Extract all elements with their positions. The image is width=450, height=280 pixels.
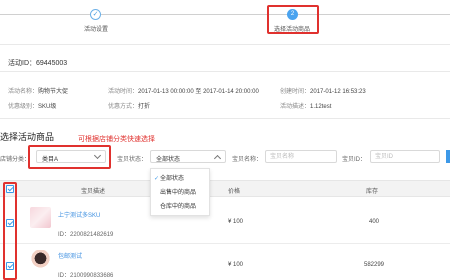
divider — [0, 118, 450, 119]
column-price: 价格 — [228, 189, 241, 195]
status-option-in-stock[interactable]: 仓库中的商品 — [151, 200, 211, 214]
divider — [0, 44, 450, 45]
chevron-up-icon — [213, 154, 222, 163]
product-price: ¥ 100 — [228, 262, 244, 268]
status-select[interactable]: 全部状态 — [150, 150, 226, 163]
activity-id: 活动ID：69445003 — [8, 58, 67, 68]
status-option-on-sale[interactable]: 出售中的商品 — [151, 186, 211, 200]
product-thumbnail — [30, 250, 51, 271]
activity-desc: 活动描述：1.12test — [280, 104, 332, 110]
step-connector — [298, 14, 450, 15]
activity-method: 优惠方式：打折 — [108, 104, 151, 110]
activity-created: 创建时间：2017-01-12 16:53:23 — [280, 89, 366, 95]
check-icon: ✓ — [90, 9, 101, 20]
product-name-input[interactable] — [265, 150, 337, 163]
section-title: 选择活动商品 — [0, 132, 55, 142]
highlight-box-current-step — [267, 5, 319, 34]
highlight-box-checkboxes — [3, 182, 17, 280]
search-button[interactable] — [446, 150, 450, 163]
activity-id-label: 活动ID： — [8, 60, 36, 67]
product-thumbnail — [30, 207, 51, 228]
product-stock: 400 — [369, 219, 380, 225]
column-stock: 库存 — [366, 189, 379, 195]
product-name-link[interactable]: 包邮测试 — [58, 251, 82, 260]
status-filter-label: 宝贝状态： — [117, 157, 148, 163]
progress-steps: ✓ 活动设置 2 选择活动商品 — [0, 0, 450, 40]
product-name-link[interactable]: 上宁测试多SKU — [58, 210, 100, 219]
activity-level: 优惠级别：SKU级 — [8, 104, 57, 110]
activity-name: 活动名称：购物节大促 — [8, 89, 69, 95]
status-option-all[interactable]: ✓ 全部状态 — [151, 172, 211, 186]
highlight-box-category — [28, 145, 111, 169]
product-id: ID：2200821482619 — [58, 232, 114, 238]
product-id-field[interactable] — [371, 151, 439, 162]
product-stock: 582299 — [364, 262, 385, 268]
activity-id-value: 69445003 — [36, 60, 68, 67]
check-icon: ✓ — [154, 176, 160, 182]
annotation-note: 可根据店铺分类快速选择 — [78, 136, 155, 143]
id-filter-label: 宝贝ID： — [342, 157, 367, 163]
product-id: ID：2100990833686 — [58, 273, 114, 279]
product-price: ¥ 100 — [228, 219, 244, 225]
table-header: 宝贝描述 价格 库存 — [0, 180, 450, 197]
step-label-settings: 活动设置 — [84, 27, 109, 33]
step-connector — [0, 14, 90, 15]
category-filter-label: 店铺分类： — [0, 157, 31, 163]
status-dropdown-menu: ✓ 全部状态 出售中的商品 仓库中的商品 — [150, 168, 210, 216]
column-desc: 宝贝描述 — [81, 189, 106, 195]
product-name-field[interactable] — [266, 151, 336, 162]
activity-time: 活动时间：2017-01-13 00:00:00 至 2017-01-14 20… — [108, 89, 259, 95]
step-connector — [101, 14, 287, 15]
product-id-input[interactable] — [370, 150, 440, 163]
divider — [0, 71, 450, 72]
name-filter-label: 宝贝名称： — [232, 157, 263, 163]
row-divider — [0, 243, 450, 244]
